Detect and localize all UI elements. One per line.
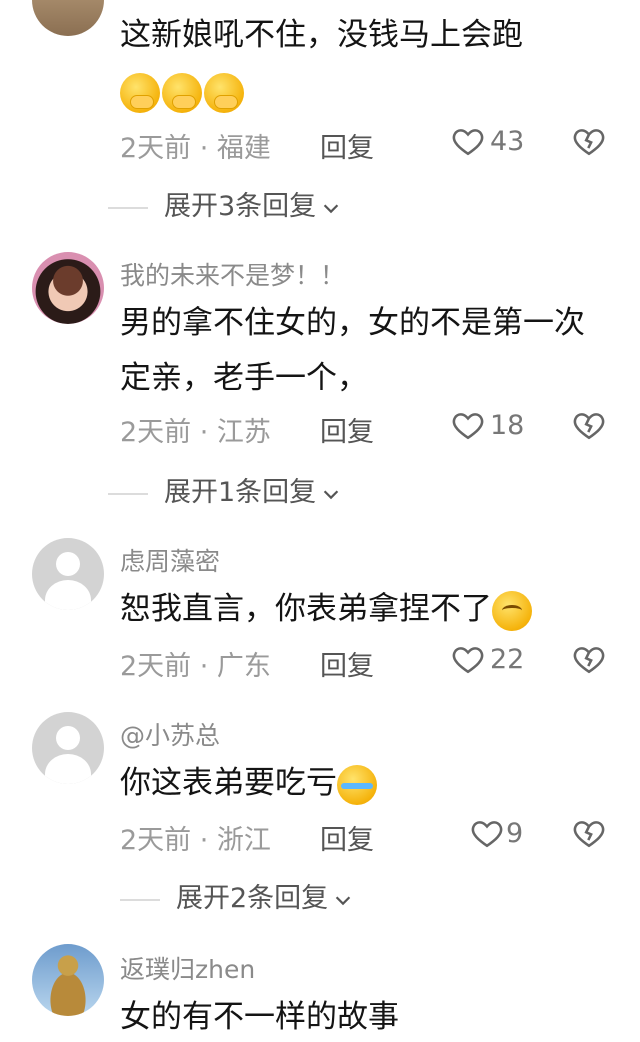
reply-button[interactable]: 回复 [320,818,374,857]
divider-line [108,492,148,495]
expand-replies-label: 展开1条回复 [164,477,317,508]
expand-replies[interactable]: 展开2条回复 [120,876,354,916]
comment-emojis [120,64,604,119]
comment-meta: 2天前 · 浙江 回复 9 [120,818,610,858]
expand-replies-label: 展开2条回复 [176,883,329,914]
time-location: 2天前 · 广东 [120,651,271,682]
time-location: 2天前 · 福建 [120,133,271,164]
avatar[interactable] [32,944,104,1016]
username[interactable]: 返璞归zhen [120,950,255,986]
heart-icon[interactable] [451,642,485,676]
broken-heart-icon[interactable] [572,816,606,850]
username[interactable]: 我的未来不是梦！！ [120,256,345,292]
sad-face-icon [492,590,532,631]
default-avatar-body [45,580,91,610]
username[interactable]: @小苏总 [120,716,220,752]
divider-line [108,206,148,209]
time-location: 2天前 · 江苏 [120,417,271,448]
hand-over-mouth-icon [162,72,202,113]
avatar[interactable] [32,252,104,324]
expand-replies[interactable]: 展开3条回复 [108,184,342,224]
chevron-down-icon [323,203,339,213]
like-count: 18 [490,410,525,441]
username[interactable]: 虑周藻密 [120,542,220,578]
chevron-down-icon [335,895,351,905]
default-avatar-head [56,552,80,576]
comment-text: 恕我直言，你表弟拿捏不了 [120,582,604,637]
comment-text: 女的有不一样的故事 [120,999,399,1035]
heart-icon[interactable] [451,124,485,158]
heart-icon[interactable] [470,816,504,850]
broken-heart-icon[interactable] [572,642,606,676]
time-location: 2天前 · 浙江 [120,825,271,856]
avatar[interactable] [32,0,104,36]
comment-text: 你这表弟要吃亏 [120,756,604,811]
broken-heart-icon[interactable] [572,124,606,158]
comment-meta: 2天前 · 江苏 回复 18 [120,410,610,450]
comment-text: 这新娘吼不住，没钱马上会跑 [120,17,523,53]
comment-list: 这新娘吼不住，没钱马上会跑 2天前 · 福建 回复 43 展开3条回复 我的未来… [0,0,640,1042]
tears-of-joy-icon [337,764,377,805]
reply-button[interactable]: 回复 [320,410,374,449]
reply-button[interactable]: 回复 [320,126,374,165]
divider-line [120,898,160,901]
default-avatar-body [45,754,91,784]
heart-icon[interactable] [451,408,485,442]
like-count: 43 [490,126,525,157]
broken-heart-icon[interactable] [572,408,606,442]
reply-button[interactable]: 回复 [320,644,374,683]
like-count: 9 [506,818,524,849]
comment-meta: 2天前 · 广东 回复 22 [120,644,610,684]
hand-over-mouth-icon [120,72,160,113]
chevron-down-icon [323,489,339,499]
comment-meta: 2天前 · 福建 回复 43 [120,126,610,166]
comment-text: 男的拿不住女的，女的不是第一次定亲，老手一个， [120,305,585,396]
avatar[interactable] [32,712,104,784]
expand-replies[interactable]: 展开1条回复 [108,470,342,510]
like-count: 22 [490,644,525,675]
hand-over-mouth-icon [204,72,244,113]
avatar[interactable] [32,538,104,610]
default-avatar-head [56,726,80,750]
expand-replies-label: 展开3条回复 [164,191,317,222]
